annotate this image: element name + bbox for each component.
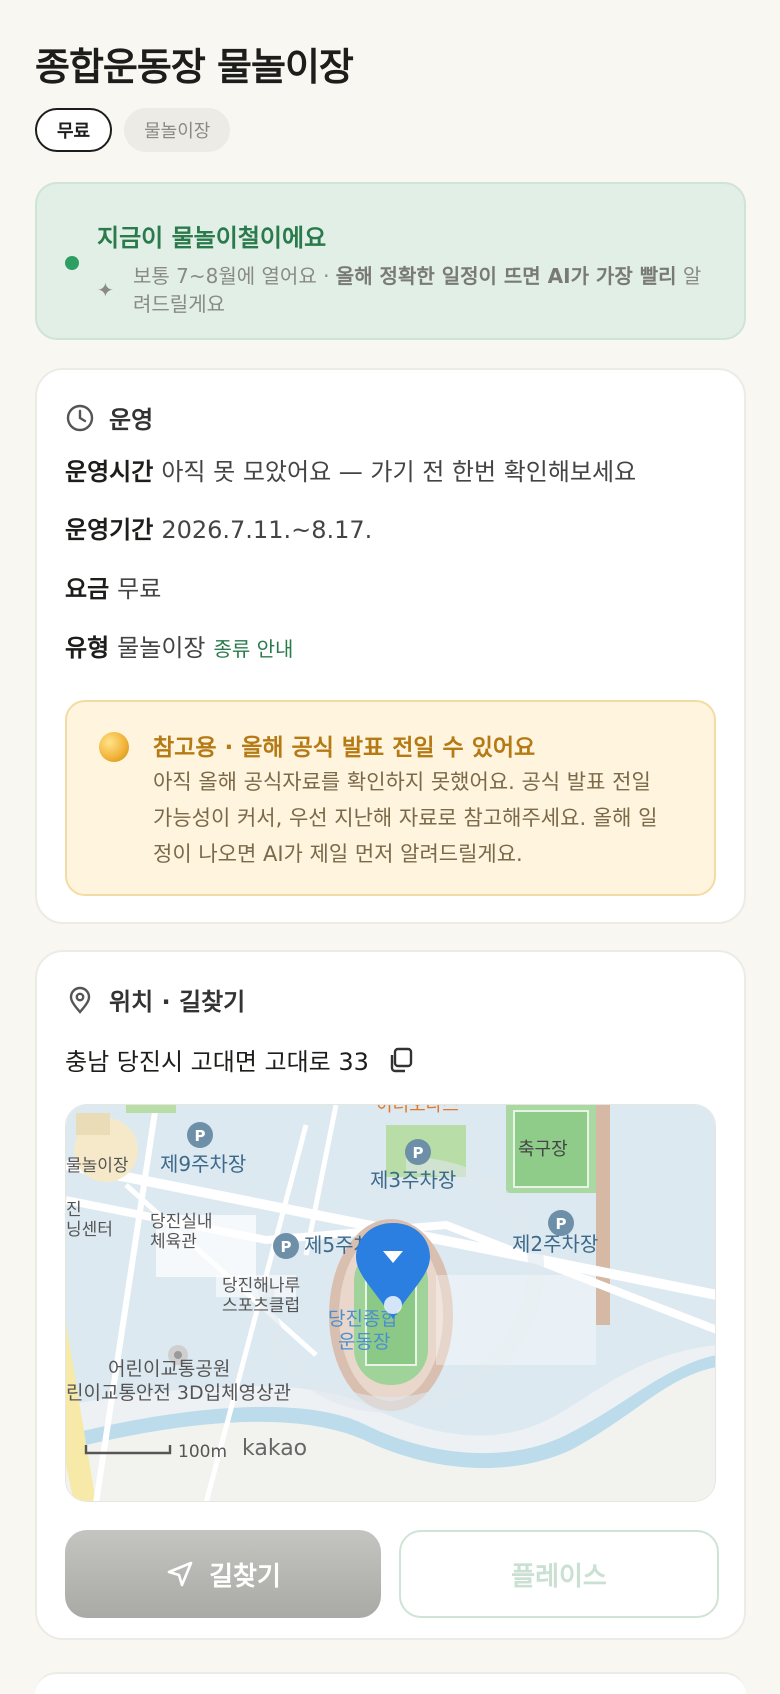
map-label-top: 이너오다스 [376,1105,459,1116]
hours-value: 아직 못 모았어요 — 가기 전 한번 확인해보세요 [161,458,637,486]
map-label-center2: 닝센터 [66,1220,113,1240]
reference-notice: 참고용 · 올해 공식 발표 전일 수 있어요 아직 올해 공식자료를 확인하지… [65,700,716,896]
hours-row: 운영시간 아직 못 모았어요 — 가기 전 한번 확인해보세요 [65,452,636,487]
parking-marker-5[interactable]: P [273,1233,299,1259]
directions-button[interactable]: 길찾기 [65,1530,381,1618]
map-label-p3: 제3주차장 [370,1168,456,1192]
season-banner: 지금이 물놀이철이에요 ✦ 보통 7~8월에 열어요 · 올해 정확한 일정이 … [35,182,746,340]
map-label-park: 어린이교통공원 [108,1358,230,1380]
svg-text:P: P [195,1127,206,1145]
clock-icon [66,404,94,431]
map-brand-logo: kakao [242,1436,307,1461]
parking-marker-3[interactable]: P [405,1139,431,1165]
status-dot-icon [65,256,79,270]
next-card-edge [35,1672,746,1694]
address-text: 충남 당진시 고대면 고대로 33 [65,1048,369,1076]
map-label-p2: 제2주차장 [512,1232,598,1256]
chip-free[interactable]: 무료 [35,108,113,152]
map-label-pool: 물놀이장 [66,1156,129,1176]
notice-body: 아직 올해 공식자료를 확인하지 못했어요. 공식 발표 전일 가능성이 커서,… [153,770,658,866]
type-guide-link[interactable]: 종류 안내 [214,637,294,661]
map-label-center1: 진 [66,1200,82,1220]
season-description: 보통 7~8월에 열어요 · 올해 정확한 일정이 뜨면 AI가 가장 빨리 알… [133,262,713,318]
svg-text:P: P [556,1215,567,1233]
map-view[interactable]: P P P P 이너오다스 물놀이장 제9주차장 제3주차장 축구장 제5주차장… [65,1104,716,1502]
svg-text:P: P [413,1144,424,1162]
operation-title: 운영 [109,406,154,434]
operation-header: 운영 [65,400,153,435]
location-header: 위치 · 길찾기 [65,982,245,1017]
chip-water-park[interactable]: 물놀이장 [124,108,231,152]
fee-key: 요금 [65,575,110,603]
map-label-theater: 린이교통안전 3D입체영상관 [66,1382,291,1404]
map-label-stadium2: 운동장 [338,1331,390,1353]
place-detail-page: 종합운동장 물놀이장 무료 물놀이장 지금이 물놀이철이에요 ✦ 보통 7~8월… [0,0,780,1694]
season-desc-bold: 올해 정확한 일정이 뜨면 AI가 가장 빨리 [335,264,677,288]
coin-icon [99,732,129,762]
period-key: 운영기간 [65,516,154,544]
location-pin-icon [69,986,91,1014]
season-desc-normal: 보통 7~8월에 열어요 · [133,264,336,288]
season-headline: 지금이 물놀이철이에요 [97,224,327,252]
navigation-arrow-icon [167,1561,193,1587]
map-label-club2: 스포츠클럽 [222,1296,300,1316]
map-label-gym2: 체육관 [150,1232,197,1252]
page-title: 종합운동장 물놀이장 [35,45,354,89]
notice-title: 참고용 · 올해 공식 발표 전일 수 있어요 [153,735,536,761]
map-label-soccer: 축구장 [518,1139,568,1160]
type-row: 유형 물놀이장 종류 안내 [65,628,293,663]
directions-button-label: 길찾기 [209,1561,281,1592]
type-value: 물놀이장 [117,634,206,662]
type-key: 유형 [65,634,110,662]
map-scale-label: 100m [178,1442,227,1462]
period-value: 2026.7.11.~8.17. [161,516,373,544]
location-card: 위치 · 길찾기 충남 당진시 고대면 고대로 33 P P P P 이너오다스… [35,950,746,1640]
copy-icon[interactable] [387,1046,415,1074]
sparkle-icon: ✦ [97,278,114,302]
fee-row: 요금 무료 [65,569,161,604]
hours-key: 운영시간 [65,458,154,486]
address-row: 충남 당진시 고대면 고대로 33 [65,1042,415,1077]
place-button[interactable]: 플레이스 [399,1530,719,1618]
tag-chips: 무료 물놀이장 [35,108,231,152]
map-label-club1: 당진해나루 [222,1276,300,1296]
period-row: 운영기간 2026.7.11.~8.17. [65,510,372,545]
map-label-gym1: 당진실내 [150,1212,213,1232]
operation-card: 운영 운영시간 아직 못 모았어요 — 가기 전 한번 확인해보세요 운영기간 20… [35,368,746,924]
fee-value: 무료 [117,575,162,603]
location-title: 위치 · 길찾기 [109,988,246,1016]
svg-text:P: P [281,1238,292,1256]
parking-marker-9[interactable]: P [187,1122,213,1148]
map-label-p9: 제9주차장 [160,1152,246,1176]
